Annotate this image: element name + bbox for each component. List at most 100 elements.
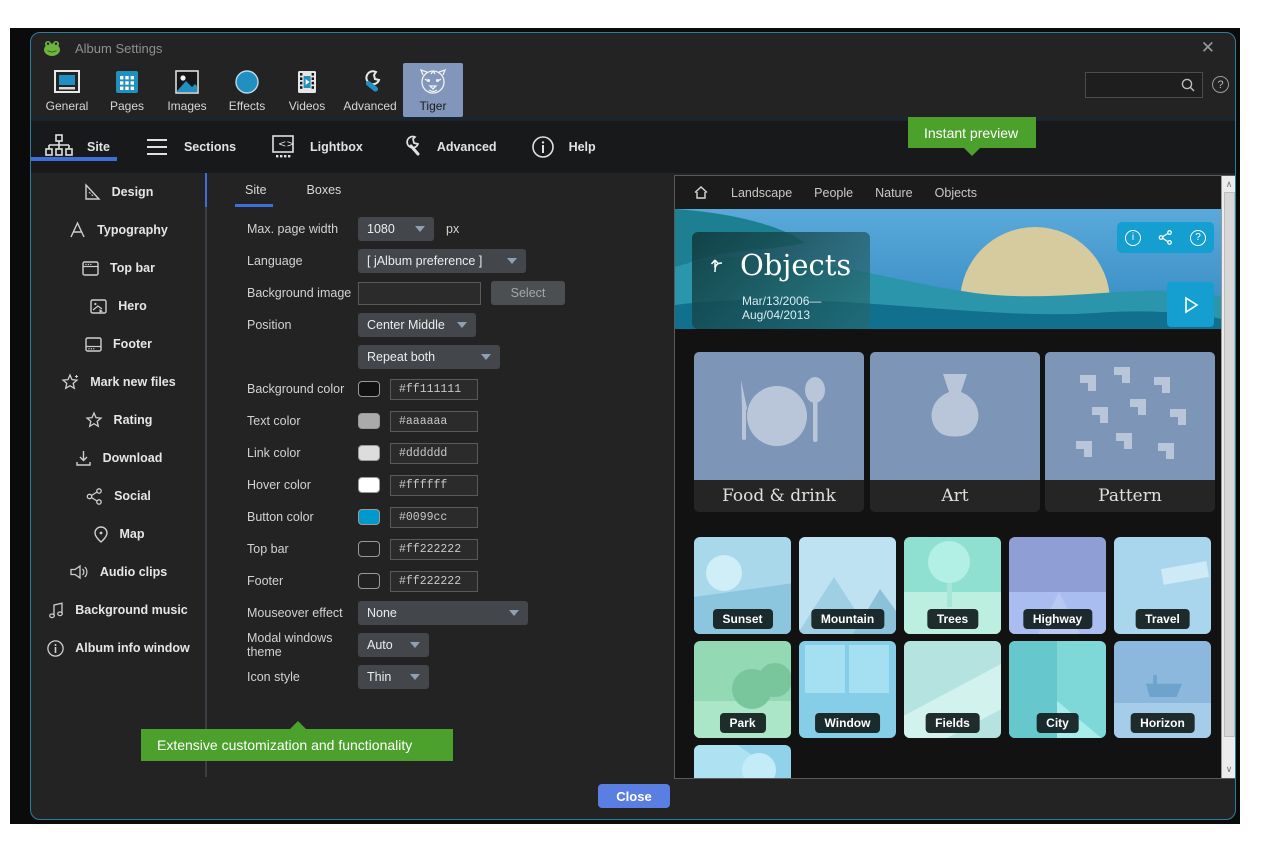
- download-icon: [74, 449, 93, 468]
- hex-input[interactable]: #ff111111: [390, 379, 478, 400]
- sidebar-item-map[interactable]: Map: [31, 515, 205, 553]
- hex-input[interactable]: #ff222222: [390, 571, 478, 592]
- hex-input[interactable]: #ff222222: [390, 539, 478, 560]
- callout-arrow-down: [963, 147, 981, 156]
- up-level-arrow-icon[interactable]: [708, 256, 728, 276]
- mouseover-effect-select[interactable]: None: [358, 601, 528, 625]
- thumb-trees[interactable]: Trees: [904, 537, 1001, 634]
- modal-theme-select[interactable]: Auto: [358, 633, 429, 657]
- scroll-down-icon[interactable]: ∨: [1222, 764, 1236, 775]
- thumb-park[interactable]: Park: [694, 641, 791, 738]
- help-icon[interactable]: ?: [1212, 76, 1229, 93]
- scrollbar-thumb[interactable]: [1224, 192, 1235, 737]
- chevron-down-icon: [457, 322, 467, 328]
- album-settings-window: Album Settings ✕ General Pages Imag: [30, 32, 1236, 820]
- close-button[interactable]: Close: [598, 784, 670, 808]
- folder-art[interactable]: Art: [870, 352, 1040, 512]
- search-input[interactable]: [1085, 72, 1203, 98]
- hex-input[interactable]: #dddddd: [390, 443, 478, 464]
- icon-style-select[interactable]: Thin: [358, 665, 429, 689]
- preview-nav-nature[interactable]: Nature: [875, 186, 913, 200]
- position-select[interactable]: Center Middle: [358, 313, 476, 337]
- thumb-city[interactable]: City: [1009, 641, 1106, 738]
- hex-input[interactable]: #aaaaaa: [390, 411, 478, 432]
- sidebar-item-download[interactable]: Download: [31, 439, 205, 477]
- question-icon[interactable]: ?: [1190, 230, 1206, 246]
- sidebar-item-album-info-window[interactable]: Album info window: [31, 629, 205, 667]
- tab-site[interactable]: Site: [245, 183, 267, 197]
- share-icon[interactable]: [1157, 229, 1174, 246]
- toolbar-item-general[interactable]: General: [37, 63, 97, 117]
- sidebar-item-audio-clips[interactable]: Audio clips: [31, 553, 205, 591]
- unit-label: px: [446, 222, 459, 236]
- toolbar-item-images[interactable]: Images: [157, 63, 217, 117]
- sidebar-item-hero[interactable]: Hero: [31, 287, 205, 325]
- language-select[interactable]: [ jAlbum preference ]: [358, 249, 526, 273]
- skin-nav-help[interactable]: Help: [531, 135, 596, 159]
- skin-nav-sections[interactable]: Sections: [144, 136, 236, 158]
- folder-caption: Food & drink: [694, 480, 864, 512]
- close-icon[interactable]: ✕: [1201, 39, 1215, 56]
- hex-input[interactable]: #0099cc: [390, 507, 478, 528]
- info-icon[interactable]: i: [1125, 230, 1141, 246]
- thumb-window[interactable]: Window: [799, 641, 896, 738]
- field-label: Icon style: [207, 670, 358, 684]
- toolbar-item-effects[interactable]: Effects: [217, 63, 277, 117]
- toolbar-item-pages[interactable]: Pages: [97, 63, 157, 117]
- color-swatch[interactable]: [358, 541, 380, 557]
- thumb-horizon[interactable]: Horizon: [1114, 641, 1211, 738]
- toolbar-item-tiger[interactable]: Tiger: [403, 63, 463, 117]
- sidebar-item-footer[interactable]: Footer: [31, 325, 205, 363]
- skin-nav-advanced[interactable]: Advanced: [397, 134, 497, 160]
- sidebar-item-background-music[interactable]: Background music: [31, 591, 205, 629]
- sidebar-item-rating[interactable]: Rating: [31, 401, 205, 439]
- hex-input[interactable]: #ffffff: [390, 475, 478, 496]
- sidebar-item-social[interactable]: Social: [31, 477, 205, 515]
- preview-nav-objects[interactable]: Objects: [935, 186, 977, 200]
- toolbar-item-videos[interactable]: Videos: [277, 63, 337, 117]
- color-swatch[interactable]: [358, 509, 380, 525]
- svg-text:<>: <>: [278, 139, 295, 150]
- row-button-color: Button color #0099cc: [207, 501, 673, 533]
- tab-boxes[interactable]: Boxes: [307, 183, 342, 197]
- home-icon[interactable]: [693, 185, 709, 200]
- chevron-down-icon: [415, 226, 425, 232]
- folder-caption: Art: [870, 480, 1040, 512]
- scroll-up-icon[interactable]: ∧: [1222, 179, 1236, 190]
- sidebar-item-top-bar[interactable]: Top bar: [31, 249, 205, 287]
- preview-nav-landscape[interactable]: Landscape: [731, 186, 792, 200]
- background-image-input[interactable]: [358, 282, 481, 305]
- color-swatch[interactable]: [358, 381, 380, 397]
- max-page-width-select[interactable]: 1080: [358, 217, 434, 241]
- slideshow-play-button[interactable]: [1167, 282, 1214, 327]
- color-swatch[interactable]: [358, 413, 380, 429]
- skin-nav-lightbox[interactable]: <> Lightbox: [270, 134, 363, 160]
- folder-food-drink[interactable]: Food & drink: [694, 352, 864, 512]
- repeat-select[interactable]: Repeat both: [358, 345, 500, 369]
- thumb-fields[interactable]: Fields: [904, 641, 1001, 738]
- sidebar-item-mark-new-files[interactable]: Mark new files: [31, 363, 205, 401]
- preview-scrollbar[interactable]: ∧ ∨: [1221, 176, 1236, 778]
- thumb-travel[interactable]: Travel: [1114, 537, 1211, 634]
- star-sparkle-icon: [60, 373, 80, 392]
- wrench-icon: [397, 134, 423, 160]
- toolbar-item-advanced[interactable]: Advanced: [337, 63, 403, 117]
- sidebar-item-design[interactable]: Design: [31, 173, 205, 211]
- color-swatch[interactable]: [358, 445, 380, 461]
- sidebar-label: Mark new files: [90, 375, 175, 389]
- thumb-sunset[interactable]: Sunset: [694, 537, 791, 634]
- row-link-color: Link color #dddddd: [207, 437, 673, 469]
- share-icon: [85, 487, 104, 506]
- folder-pattern[interactable]: Pattern: [1045, 352, 1215, 512]
- thumb-mountain[interactable]: Mountain: [799, 537, 896, 634]
- color-swatch[interactable]: [358, 573, 380, 589]
- thumb-partial[interactable]: [694, 745, 791, 778]
- color-swatch[interactable]: [358, 477, 380, 493]
- thumb-highway[interactable]: Highway: [1009, 537, 1106, 634]
- field-label: Link color: [207, 446, 358, 460]
- preview-nav-people[interactable]: People: [814, 186, 853, 200]
- sidebar-label: Download: [103, 451, 163, 465]
- images-photo-icon: [172, 66, 202, 98]
- select-button[interactable]: Select: [491, 281, 565, 305]
- sidebar-item-typography[interactable]: Typography: [31, 211, 205, 249]
